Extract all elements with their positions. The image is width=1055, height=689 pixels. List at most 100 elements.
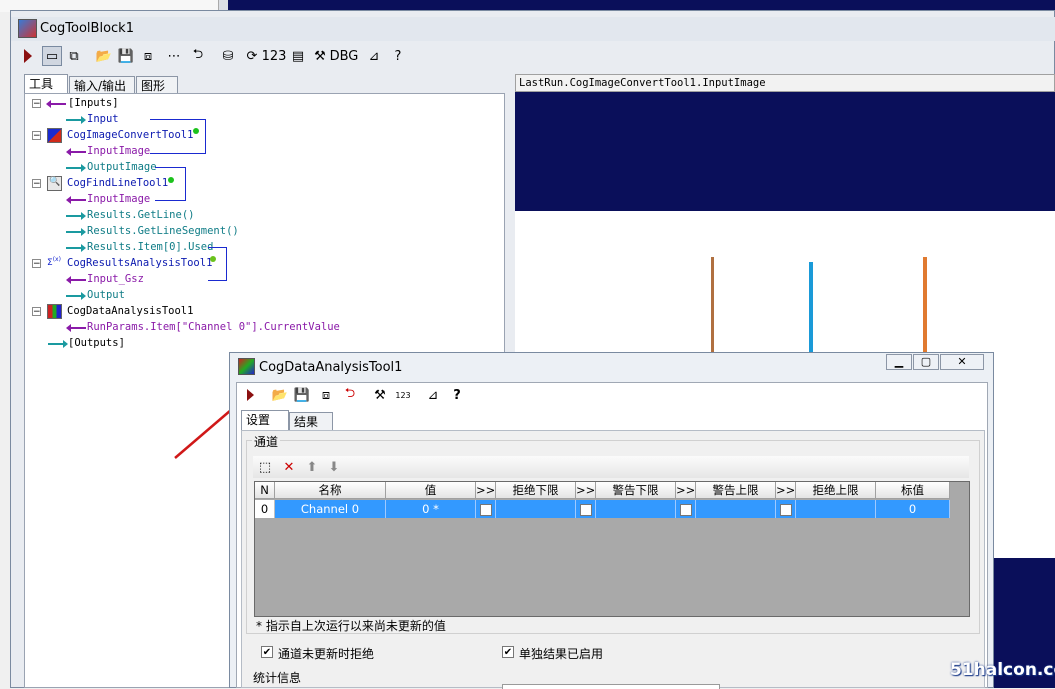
save-as-icon[interactable]: ⧈ xyxy=(316,385,336,405)
grid-cell-nominal[interactable]: 0 xyxy=(876,500,950,518)
numeric-icon[interactable]: 123 xyxy=(393,385,413,405)
tree-item-data-analysis-tool[interactable]: CogDataAnalysisTool1 xyxy=(67,305,193,317)
column-header[interactable]: >> xyxy=(776,482,796,499)
terminal-icon[interactable]: ⋯ xyxy=(164,46,184,66)
collapse-icon[interactable]: − xyxy=(32,131,41,141)
tree-item-get-line[interactable]: Results.GetLine() xyxy=(87,209,194,221)
delete-icon[interactable]: ✕ xyxy=(279,457,299,477)
reset-icon[interactable]: ⮌ xyxy=(340,385,360,405)
column-header[interactable]: 拒绝下限 xyxy=(496,482,576,499)
link-line xyxy=(150,119,206,154)
line-mark xyxy=(809,262,813,357)
tab-graphics[interactable]: 图形 xyxy=(136,76,178,94)
add-channel-icon[interactable]: ⬚ xyxy=(255,457,275,477)
column-header[interactable]: >> xyxy=(476,482,496,499)
column-header[interactable]: 名称 xyxy=(275,482,386,499)
output-arrow-icon xyxy=(66,228,86,236)
line-mark xyxy=(923,257,927,357)
grid-cell-warn-low[interactable] xyxy=(596,500,676,518)
checkbox-icon[interactable] xyxy=(679,503,692,516)
collapse-icon[interactable]: − xyxy=(32,179,41,189)
save-icon[interactable]: 💾 xyxy=(116,46,136,66)
viewer-title: LastRun.CogImageConvertTool1.InputImage xyxy=(515,74,1055,92)
move-up-icon[interactable]: ⬆ xyxy=(302,457,322,477)
tree-item-find-line-tool[interactable]: CogFindLineTool1 xyxy=(67,177,168,189)
graphics-icon[interactable]: ⊿ xyxy=(364,46,384,66)
grid-cell-reject-low[interactable] xyxy=(496,500,576,518)
open-folder-icon[interactable]: 📂 xyxy=(270,385,290,405)
tree-item-input-image[interactable]: InputImage xyxy=(87,145,150,157)
column-header[interactable]: 值 xyxy=(386,482,476,499)
grid-cell-n[interactable]: 0 xyxy=(255,500,275,518)
watermark-text: 51halcon.com xyxy=(950,660,1055,680)
tools-icon[interactable]: ⚒ xyxy=(310,46,330,66)
tree-item-output[interactable]: Output xyxy=(87,289,125,301)
checkbox-icon[interactable] xyxy=(579,503,592,516)
tree-item-inputs[interactable]: [Inputs] xyxy=(68,97,119,109)
column-header[interactable]: >> xyxy=(676,482,696,499)
statistics-field[interactable] xyxy=(502,684,720,689)
tree-item-item-used[interactable]: Results.Item[0].Used xyxy=(87,241,213,253)
grid-cell-name[interactable]: Channel 0 xyxy=(275,500,386,518)
open-folder-icon[interactable]: 📂 xyxy=(94,46,114,66)
data-analysis-tool-icon xyxy=(47,304,62,319)
grid-cell-checkbox[interactable] xyxy=(676,500,696,518)
column-header[interactable]: >> xyxy=(576,482,596,499)
script-icon[interactable]: ⟳ xyxy=(242,46,262,66)
move-down-icon[interactable]: ⬇ xyxy=(324,457,344,477)
tab-io[interactable]: 输入/输出 xyxy=(69,76,135,94)
grid-cell-checkbox[interactable] xyxy=(476,500,496,518)
database-icon[interactable]: ⛁ xyxy=(218,46,238,66)
grid-cell-reject-high[interactable] xyxy=(796,500,876,518)
numeric-icon[interactable]: 123 xyxy=(262,46,287,66)
column-header[interactable]: N xyxy=(255,482,275,499)
tree-item-input[interactable]: Input xyxy=(87,113,119,125)
collapse-icon[interactable]: − xyxy=(32,99,41,109)
tree-item-get-line-segment[interactable]: Results.GetLineSegment() xyxy=(87,225,239,237)
individual-results-checkbox[interactable]: ✔ xyxy=(502,646,514,658)
tree-item-input-gsz[interactable]: Input_Gsz xyxy=(87,273,144,285)
tree-item-current-value[interactable]: RunParams.Item["Channel 0"].CurrentValue xyxy=(87,321,340,333)
reset-icon[interactable]: ⮌ xyxy=(188,46,208,66)
properties-icon[interactable]: ▤ xyxy=(288,46,308,66)
checkbox-icon[interactable] xyxy=(479,503,492,516)
maximize-button[interactable]: ▢ xyxy=(913,354,939,370)
column-header[interactable]: 标值 xyxy=(876,482,950,499)
tree-item-output-image[interactable]: OutputImage xyxy=(87,161,157,173)
find-line-tool-icon: 🔍 xyxy=(47,176,62,191)
individual-results-label[interactable]: 单独结果已启用 xyxy=(519,645,603,662)
tab-settings[interactable]: 设置 xyxy=(241,410,289,430)
tree-item-outputs[interactable]: [Outputs] xyxy=(68,337,125,349)
tab-results[interactable]: 结果 xyxy=(289,412,333,430)
tree-item-results-analysis-tool[interactable]: CogResultsAnalysisTool1 xyxy=(67,257,212,269)
checkbox-icon[interactable] xyxy=(779,503,792,516)
column-header[interactable]: 警告下限 xyxy=(596,482,676,499)
save-as-icon[interactable]: ⧈ xyxy=(138,46,158,66)
sigma-icon: Σ(x) xyxy=(47,256,61,268)
graphics-icon[interactable]: ⊿ xyxy=(423,385,443,405)
collapse-icon[interactable]: − xyxy=(32,259,41,269)
collapse-icon[interactable]: − xyxy=(32,307,41,317)
camera-icon[interactable]: ⧉ xyxy=(64,46,84,66)
reject-checkbox-label[interactable]: 通道未更新时拒绝 xyxy=(278,645,374,662)
help-icon[interactable]: ? xyxy=(447,385,467,405)
grid-cell-value[interactable]: 0 * xyxy=(386,500,476,518)
grid-cell-warn-high[interactable] xyxy=(696,500,776,518)
tools-icon[interactable]: ⚒ xyxy=(370,385,390,405)
save-icon[interactable]: 💾 xyxy=(292,385,312,405)
record-display-icon[interactable]: ▭ xyxy=(42,46,62,66)
grid-cell-checkbox[interactable] xyxy=(776,500,796,518)
tree-item-input-image[interactable]: InputImage xyxy=(87,193,150,205)
reject-checkbox[interactable]: ✔ xyxy=(261,646,273,658)
tab-tools[interactable]: 工具 xyxy=(24,74,68,94)
dbg-icon[interactable]: DBG xyxy=(330,46,359,66)
grid-cell-checkbox[interactable] xyxy=(576,500,596,518)
help-icon[interactable]: ? xyxy=(388,46,408,66)
inputs-arrow-icon xyxy=(46,100,66,108)
column-header[interactable]: 警告上限 xyxy=(696,482,776,499)
run-icon[interactable] xyxy=(240,385,260,405)
close-button[interactable]: ✕ xyxy=(940,354,984,370)
column-header[interactable]: 拒绝上限 xyxy=(796,482,876,499)
run-icon[interactable] xyxy=(18,46,38,66)
minimize-button[interactable]: ▁ xyxy=(886,354,912,370)
